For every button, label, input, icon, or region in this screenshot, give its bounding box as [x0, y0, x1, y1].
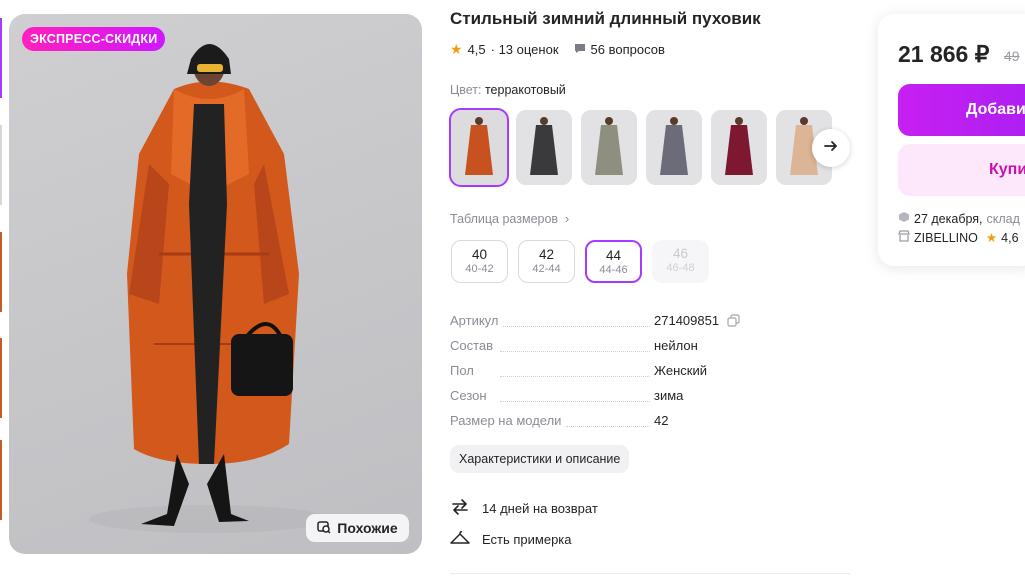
old-price: 49	[1004, 48, 1020, 64]
seller-info[interactable]: ZIBELLINO ★ 4,6	[898, 230, 1019, 245]
seller-rating: 4,6	[1001, 230, 1019, 245]
spec-row-article: Артикул 271409851	[450, 313, 740, 331]
color-swatch-black[interactable]	[516, 110, 572, 185]
model-image	[89, 44, 329, 533]
color-label: Цвет: терракотовый	[450, 83, 566, 97]
color-swatch-camo[interactable]	[581, 110, 637, 185]
box-icon	[898, 211, 910, 226]
seller-name[interactable]: ZIBELLINO	[914, 231, 978, 245]
delivery-info: 27 декабря, склад	[898, 211, 1020, 226]
questions-count[interactable]: 56 вопросов	[591, 42, 665, 57]
color-swatch-grey[interactable]	[646, 110, 702, 185]
copy-icon[interactable]	[727, 314, 740, 330]
size-option-44[interactable]: 44 44-46	[585, 240, 642, 283]
size-table-link[interactable]: Таблица размеров ›	[450, 212, 569, 226]
similar-label: Похожие	[337, 520, 398, 536]
express-discount-badge: ЭКСПРЕСС-СКИДКИ	[22, 27, 166, 51]
thumb-strip-selected[interactable]	[0, 18, 2, 98]
thumb-strip[interactable]	[0, 338, 2, 418]
characteristics-button[interactable]: Характеристики и описание	[450, 445, 630, 473]
spec-row-season: Сезон зима	[450, 388, 684, 403]
thumb-strip[interactable]	[0, 440, 2, 520]
arrow-right-icon	[823, 138, 839, 159]
similar-icon	[317, 520, 331, 537]
size-option-42[interactable]: 42 42-44	[518, 240, 575, 283]
add-to-cart-button[interactable]: Добави	[898, 84, 1025, 136]
next-colors-button[interactable]	[812, 129, 850, 167]
rating-row: ★ 4,5 · 13 оценок 56 вопросов	[450, 41, 665, 58]
size-option-46: 46 46-48	[652, 240, 709, 283]
price: 21 866 ₽	[898, 41, 990, 67]
chevron-right-icon: ›	[561, 212, 570, 226]
color-swatch-terracotta[interactable]	[449, 108, 509, 187]
questions-icon	[574, 42, 586, 57]
divider	[450, 573, 850, 574]
return-info: 14 дней на возврат	[450, 498, 598, 519]
buy-card: 21 866 ₽ 49 Добави Купи 27 декабря, скла…	[878, 14, 1025, 266]
product-photo[interactable]	[9, 14, 422, 554]
shop-icon	[898, 230, 910, 245]
article-value[interactable]: 271409851	[654, 313, 740, 330]
color-swatch-burgundy[interactable]	[711, 110, 767, 185]
return-icon	[450, 498, 470, 519]
spec-row-model-size: Размер на модели 42	[450, 413, 669, 428]
spec-row-gender: Пол Женский	[450, 363, 707, 378]
star-icon: ★	[985, 231, 998, 245]
rating-value[interactable]: 4,5	[468, 42, 486, 57]
thumb-strip[interactable]	[0, 232, 2, 312]
similar-button[interactable]: Похожие	[306, 514, 409, 542]
star-icon: ★	[450, 41, 463, 57]
product-title: Стильный зимний длинный пуховик	[450, 9, 761, 28]
thumb-strip[interactable]	[0, 125, 2, 205]
reviews-count[interactable]: · 13 оценок	[491, 42, 559, 57]
hanger-icon	[450, 530, 470, 549]
size-option-40[interactable]: 40 40-42	[451, 240, 508, 283]
fitting-info: Есть примерка	[450, 530, 572, 549]
spec-row-composition: Состав нейлон	[450, 338, 698, 353]
buy-now-button[interactable]: Купи	[898, 144, 1025, 196]
color-value: терракотовый	[484, 83, 566, 97]
